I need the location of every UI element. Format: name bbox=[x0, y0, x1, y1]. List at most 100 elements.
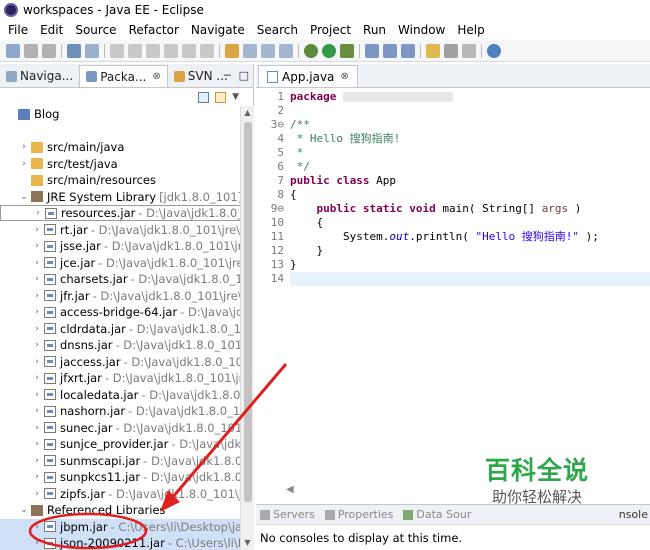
twisty-icon[interactable]: › bbox=[32, 456, 42, 466]
menu-run[interactable]: Run bbox=[357, 20, 392, 40]
run-icon[interactable] bbox=[322, 43, 336, 58]
twisty-icon[interactable]: › bbox=[32, 225, 42, 235]
skip-breakpoints-icon[interactable] bbox=[225, 43, 239, 58]
new-java-project-icon[interactable] bbox=[365, 43, 379, 58]
tab-servers[interactable]: Servers bbox=[260, 508, 315, 521]
tree-item[interactable]: › json-20090211.jar- C:\Users\li\De bbox=[0, 535, 240, 550]
close-icon[interactable]: ⊗ bbox=[340, 71, 348, 82]
scroll-left-icon[interactable]: ◀ bbox=[286, 484, 294, 495]
step-return-icon[interactable] bbox=[200, 43, 214, 58]
menu-search[interactable]: Search bbox=[251, 20, 304, 40]
menu-project[interactable]: Project bbox=[304, 20, 357, 40]
tree-item[interactable]: ⌄ JRE System Library [jdk1.8.0_101] bbox=[0, 189, 240, 205]
save-icon[interactable] bbox=[24, 43, 38, 58]
search-icon[interactable] bbox=[444, 43, 458, 58]
twisty-icon[interactable]: › bbox=[32, 357, 42, 367]
twisty-icon[interactable]: › bbox=[32, 489, 42, 499]
code-editor[interactable]: 1 2 3⊖ 4 5 6 7 8 9⊖ 10 11 12 13 14 package /** * Hell… bbox=[256, 90, 650, 484]
twisty-icon[interactable]: › bbox=[32, 439, 42, 449]
tree-item[interactable]: ⌄ Referenced Libraries bbox=[0, 502, 169, 518]
twisty-icon[interactable]: › bbox=[32, 390, 42, 400]
tree-item[interactable]: › localedata.jar- D:\Java\jdk1.8.0_10 bbox=[0, 387, 240, 403]
view-menu-icon[interactable]: ▼ bbox=[232, 92, 239, 102]
twisty-icon[interactable]: › bbox=[32, 291, 42, 301]
server-icon[interactable] bbox=[85, 43, 99, 58]
minimize-icon[interactable]: ─ bbox=[224, 69, 231, 82]
twisty-icon[interactable]: › bbox=[32, 373, 42, 383]
build-icon[interactable] bbox=[261, 43, 275, 58]
tree-item[interactable] bbox=[0, 123, 19, 139]
external-tools-icon[interactable] bbox=[340, 43, 354, 58]
twisty-icon[interactable]: › bbox=[32, 522, 42, 532]
tree-item[interactable]: › charsets.jar- D:\Java\jdk1.8.0_101\jre\… bbox=[0, 271, 240, 287]
tree-item[interactable]: › sunjce_provider.jar- D:\Java\jdk1. bbox=[0, 436, 240, 452]
twisty-icon[interactable]: › bbox=[32, 340, 42, 350]
menu-source[interactable]: Source bbox=[69, 20, 122, 40]
refresh-icon[interactable] bbox=[243, 43, 257, 58]
tab-console[interactable]: nsole bbox=[619, 508, 650, 521]
scroll-down-icon[interactable]: ▼ bbox=[241, 536, 254, 550]
tree-item[interactable]: › access-bridge-64.jar- D:\Java\jdk1. bbox=[0, 304, 240, 320]
twisty-icon[interactable]: › bbox=[32, 324, 42, 334]
tab-app-java[interactable]: App.java ⊗ bbox=[258, 65, 358, 87]
tree-item[interactable]: src/main/resources bbox=[0, 172, 159, 188]
twisty-icon[interactable]: ⌄ bbox=[19, 505, 29, 515]
twisty-icon[interactable]: › bbox=[32, 406, 42, 416]
menu-window[interactable]: Window bbox=[392, 20, 451, 40]
close-icon[interactable]: ⊗ bbox=[152, 71, 160, 82]
tree-scrollbar[interactable]: ▲ ▼ bbox=[240, 106, 254, 550]
tree-item[interactable]: › jaccess.jar- D:\Java\jdk1.8.0_101\j bbox=[0, 354, 240, 370]
globe-icon[interactable] bbox=[487, 43, 501, 58]
twisty-icon[interactable]: ⌄ bbox=[19, 192, 29, 202]
tree-item[interactable]: › dnsns.jar- D:\Java\jdk1.8.0_101\jre bbox=[0, 337, 240, 353]
link-editor-icon[interactable] bbox=[215, 91, 227, 103]
terminal-icon[interactable] bbox=[67, 43, 81, 58]
twisty-icon[interactable]: › bbox=[19, 159, 29, 169]
step-over-icon[interactable] bbox=[182, 43, 196, 58]
tab-package-explorer[interactable]: Packa... ⊗ bbox=[79, 65, 168, 87]
coverage-icon[interactable] bbox=[279, 43, 293, 58]
tree-item[interactable]: › zipfs.jar - D:\Java\jdk1.8.0_101\jre bbox=[0, 486, 240, 502]
new-package-icon[interactable] bbox=[383, 43, 397, 58]
twisty-icon[interactable]: › bbox=[32, 258, 42, 268]
new-icon[interactable] bbox=[6, 43, 20, 58]
maximize-icon[interactable]: □ bbox=[239, 69, 249, 82]
suspend-icon[interactable] bbox=[128, 43, 142, 58]
scroll-up-icon[interactable]: ▲ bbox=[241, 106, 254, 120]
twisty-icon[interactable]: › bbox=[33, 208, 43, 218]
tree-item[interactable]: › jbpm.jar - C:\Users\li\Desktop\jar bbox=[0, 518, 240, 535]
twisty-icon[interactable]: › bbox=[32, 274, 42, 284]
save-all-icon[interactable] bbox=[42, 43, 56, 58]
twisty-icon[interactable]: › bbox=[19, 142, 29, 152]
terminate-icon[interactable] bbox=[146, 43, 160, 58]
tree-item[interactable]: › cldrdata.jar- D:\Java\jdk1.8.0_101 bbox=[0, 321, 240, 337]
collapse-all-icon[interactable] bbox=[198, 91, 210, 103]
menu-file[interactable]: File bbox=[2, 20, 34, 40]
scroll-thumb[interactable] bbox=[244, 122, 252, 502]
tree-item[interactable]: › sunmscapi.jar- D:\Java\jdk1.8.0_10 bbox=[0, 453, 240, 469]
resume-icon[interactable] bbox=[110, 43, 124, 58]
step-into-icon[interactable] bbox=[164, 43, 178, 58]
twisty-icon[interactable]: › bbox=[32, 472, 42, 482]
menu-refactor[interactable]: Refactor bbox=[123, 20, 185, 40]
tree-item[interactable]: › jsse.jar- D:\Java\jdk1.8.0_101\jre\lib bbox=[0, 238, 240, 254]
tree-item[interactable]: › sunec.jar- D:\Java\jdk1.8.0_101\jr bbox=[0, 420, 240, 436]
tree-item[interactable]: › src/test/java bbox=[0, 156, 121, 172]
tab-properties[interactable]: Properties bbox=[324, 508, 393, 521]
new-class-icon[interactable] bbox=[401, 43, 415, 58]
tree-item[interactable]: › nashorn.jar - D:\Java\jdk1.8.0_10 bbox=[0, 403, 240, 419]
tree-item[interactable]: › sunpkcs11.jar- D:\Java\jdk1.8.0_10 bbox=[0, 469, 240, 485]
menu-edit[interactable]: Edit bbox=[34, 20, 69, 40]
tab-navigator[interactable]: Naviga... bbox=[0, 65, 79, 87]
tree-item[interactable]: › rt.jar - D:\Java\jdk1.8.0_101\jre\lib bbox=[0, 222, 240, 238]
tree-item[interactable]: › resources.jar- D:\Java\jdk1.8.0_101\jre… bbox=[0, 205, 240, 221]
menu-help[interactable]: Help bbox=[451, 20, 490, 40]
menu-navigate[interactable]: Navigate bbox=[185, 20, 251, 40]
debug-icon[interactable] bbox=[304, 43, 318, 58]
open-type-icon[interactable] bbox=[426, 43, 440, 58]
twisty-icon[interactable]: › bbox=[32, 538, 42, 548]
edit-icon[interactable] bbox=[462, 43, 476, 58]
tree-item[interactable]: › jce.jar- D:\Java\jdk1.8.0_101\jre\lib bbox=[0, 255, 240, 271]
twisty-icon[interactable]: › bbox=[32, 307, 42, 317]
tree-item[interactable]: Blog bbox=[0, 106, 62, 122]
